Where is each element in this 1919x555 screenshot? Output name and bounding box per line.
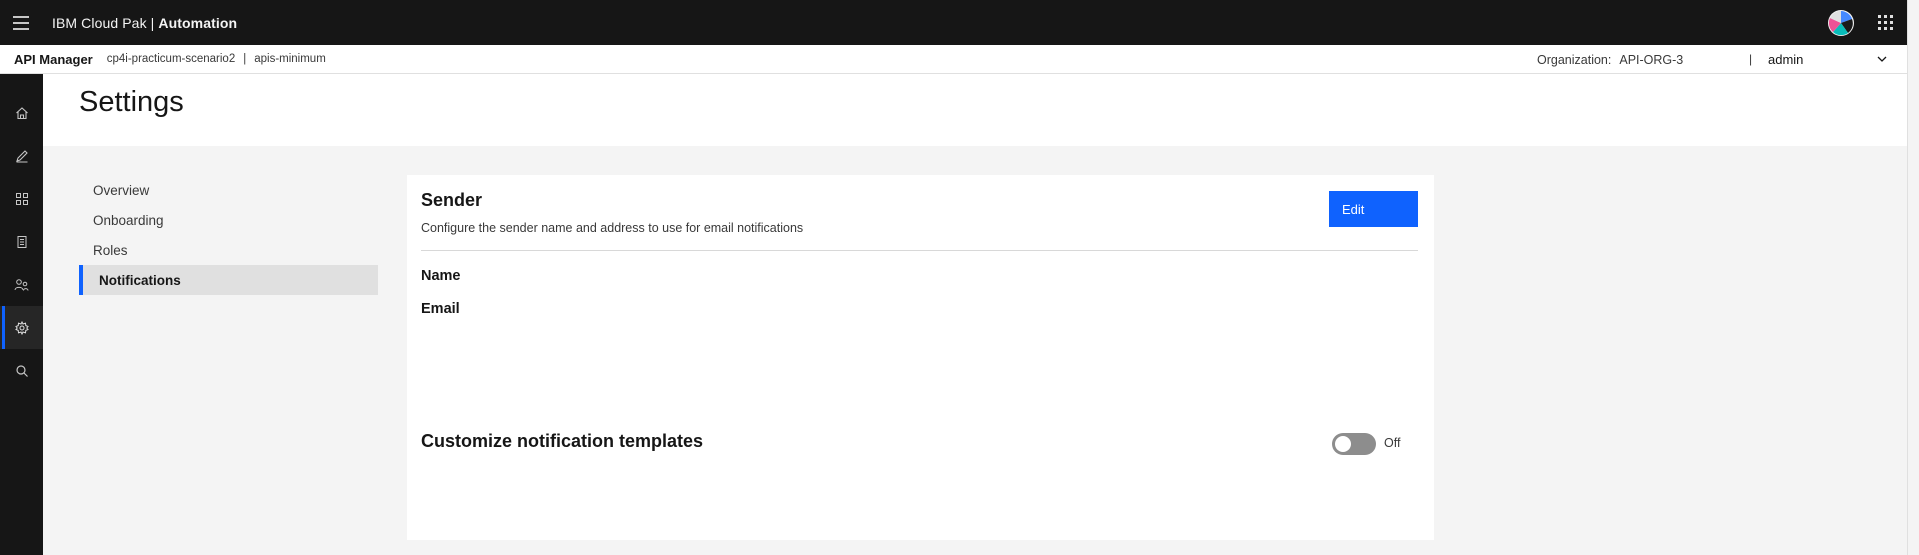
rail-develop[interactable]	[0, 134, 43, 177]
settings-nav-roles[interactable]: Roles	[79, 235, 378, 265]
organization-label: Organization:	[1537, 52, 1612, 67]
sender-description: Configure the sender name and address to…	[421, 221, 804, 235]
product-name[interactable]: IBM Cloud Pak | Automation	[52, 15, 237, 31]
user-menu[interactable]: admin	[1768, 45, 1888, 74]
edit-icon	[15, 149, 28, 163]
app-name: API Manager	[14, 51, 93, 67]
menu-icon[interactable]	[0, 0, 42, 45]
apps-grid-icon	[15, 192, 28, 205]
rail-settings[interactable]	[0, 306, 43, 349]
rail-home[interactable]	[0, 91, 43, 134]
rail-manage[interactable]	[0, 177, 43, 220]
page-scrollbar[interactable]	[1907, 0, 1919, 555]
user-avatar-icon[interactable]	[1819, 0, 1863, 45]
settings-nav: Overview Onboarding Roles Notifications	[79, 175, 378, 295]
settings-nav-overview[interactable]: Overview	[79, 175, 378, 205]
organization-value: API-ORG-3	[1619, 52, 1684, 67]
top-header: IBM Cloud Pak | Automation	[0, 0, 1907, 45]
breadcrumb-separator: |	[243, 53, 247, 65]
side-rail	[0, 74, 43, 555]
breadcrumb-catalog[interactable]: apis-minimum	[254, 53, 326, 65]
name-field-label: Name	[421, 268, 461, 284]
rail-catalog[interactable]	[0, 220, 43, 263]
settings-icon	[14, 320, 29, 335]
search-icon	[15, 364, 28, 377]
organization-selector[interactable]: Organization: API-ORG-3	[1537, 45, 1683, 74]
catalog-icon	[17, 235, 26, 248]
members-icon	[14, 278, 29, 291]
user-name: admin	[1768, 52, 1804, 67]
divider	[421, 250, 1418, 251]
customize-templates-toggle[interactable]	[1332, 433, 1376, 455]
settings-nav-notifications[interactable]: Notifications	[79, 265, 378, 295]
breadcrumb-provider-org[interactable]: cp4i-practicum-scenario2	[107, 53, 235, 65]
sender-title: Sender	[421, 190, 483, 210]
toggle-state-label: Off	[1384, 436, 1401, 450]
templates-title: Customize notification templates	[421, 431, 704, 451]
context-bar: API Manager cp4i-practicum-scenario2 | a…	[0, 45, 1907, 74]
page-header: Settings	[43, 74, 1907, 146]
page-title: Settings	[79, 86, 184, 118]
app-switcher-icon[interactable]	[1863, 0, 1907, 45]
rail-search[interactable]	[0, 349, 43, 392]
toggle-knob	[1335, 436, 1351, 452]
home-icon	[15, 106, 28, 119]
chevron-down-icon	[1877, 56, 1887, 62]
notifications-card: Sender Configure the sender name and add…	[407, 175, 1434, 540]
email-field-label: Email	[421, 301, 460, 317]
user-separator: |	[1749, 52, 1753, 66]
settings-nav-onboarding[interactable]: Onboarding	[79, 205, 378, 235]
edit-sender-button[interactable]: Edit	[1329, 191, 1418, 227]
rail-members[interactable]	[0, 263, 43, 306]
